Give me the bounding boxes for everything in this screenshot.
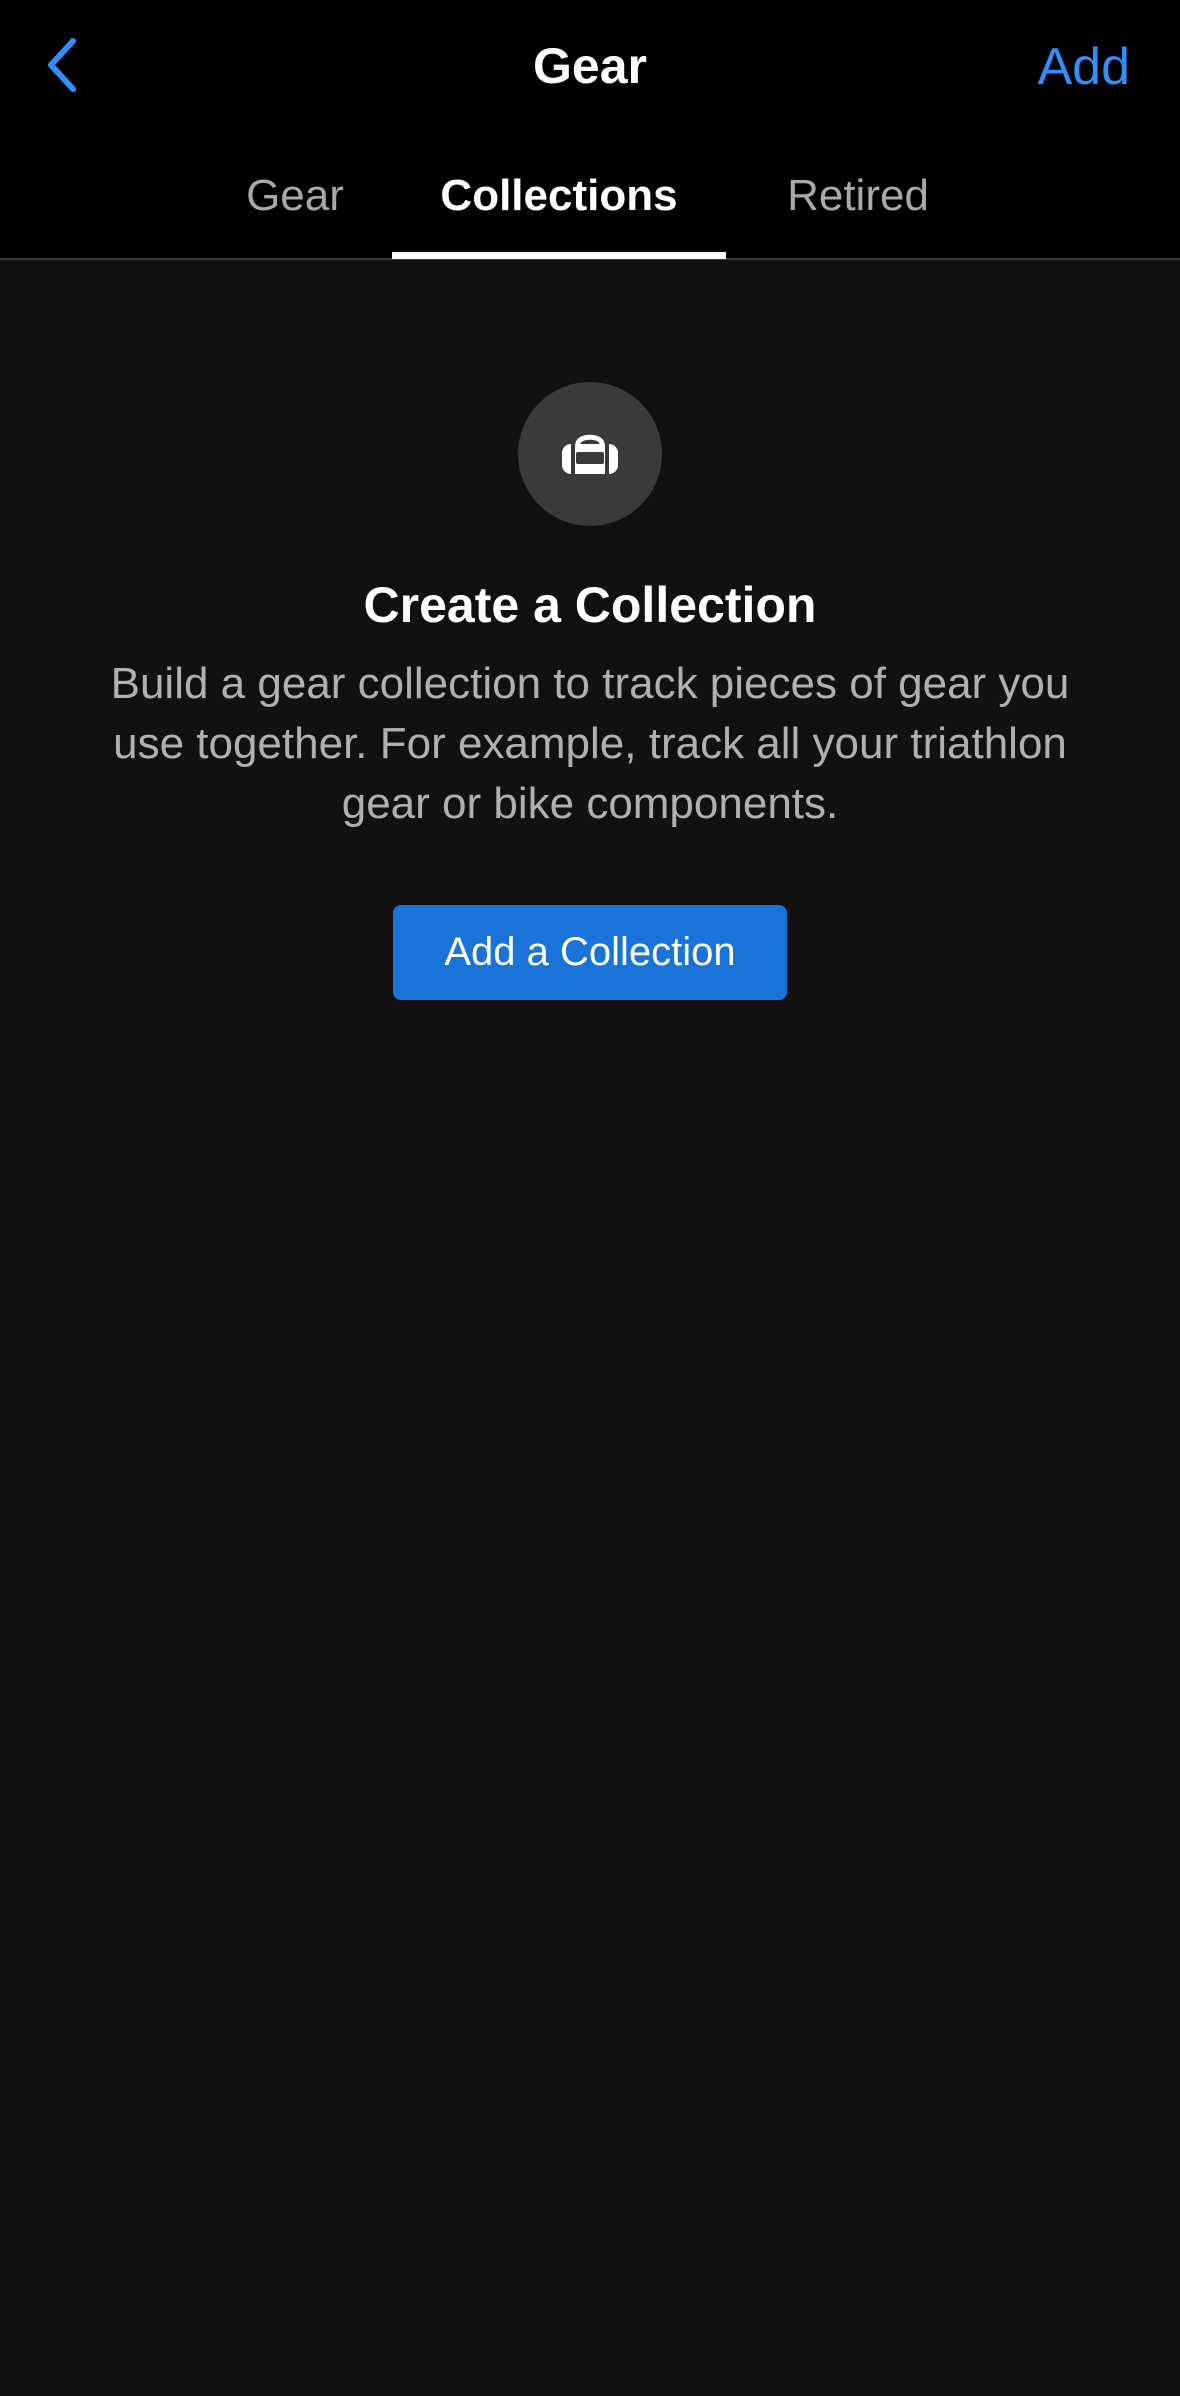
empty-state-description: Build a gear collection to track pieces … bbox=[110, 659, 1070, 828]
tab-bar: Gear Collections Retired bbox=[0, 160, 1180, 260]
add-button[interactable]: Add bbox=[1037, 36, 1130, 98]
tab-collections[interactable]: Collections bbox=[392, 160, 726, 258]
navigation-header: Gear Add Gear Collections Retired bbox=[0, 0, 1180, 260]
back-button[interactable] bbox=[26, 28, 96, 102]
collection-icon-badge bbox=[518, 382, 662, 526]
tab-gear[interactable]: Gear bbox=[210, 160, 380, 258]
page-title: Gear bbox=[533, 38, 647, 94]
chevron-left-icon bbox=[48, 38, 76, 92]
selected-tab-indicator bbox=[392, 252, 726, 259]
empty-state-title: Create a Collection bbox=[363, 577, 817, 633]
add-collection-button[interactable]: Add a Collection bbox=[393, 905, 787, 1000]
tab-retired[interactable]: Retired bbox=[748, 160, 968, 258]
gear-collections-screen: Gear Add Gear Collections Retired Create… bbox=[0, 0, 1180, 2396]
duffel-bag-icon bbox=[562, 434, 618, 474]
